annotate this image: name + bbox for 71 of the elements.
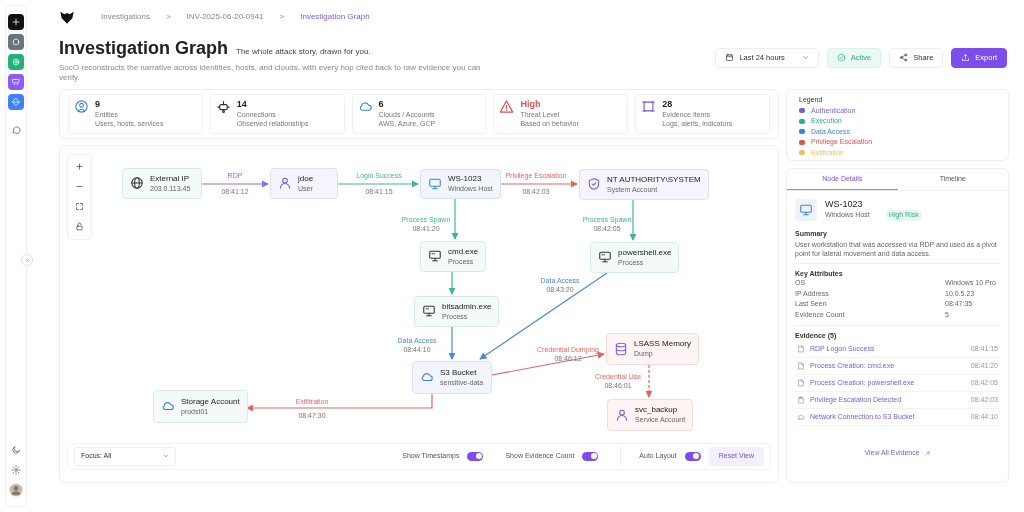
upload-icon bbox=[961, 53, 971, 63]
stat-value: 9 bbox=[95, 98, 101, 110]
target-icon bbox=[11, 57, 21, 67]
plus-icon bbox=[11, 17, 21, 27]
clipboard-icon bbox=[797, 396, 805, 405]
sidebar-item[interactable] bbox=[8, 14, 24, 30]
fit-screen-icon bbox=[75, 202, 84, 212]
circle-icon bbox=[11, 37, 21, 47]
toggle-switch[interactable] bbox=[684, 451, 701, 461]
calendar-icon bbox=[725, 53, 735, 63]
breadcrumb-link[interactable]: INV-2025-06-20-0941 bbox=[186, 11, 264, 23]
terminal-icon bbox=[422, 304, 436, 319]
stat-value: 14 bbox=[236, 98, 248, 110]
breadcrumb-link[interactable]: Investigation Graph bbox=[300, 11, 370, 23]
document-icon bbox=[797, 345, 805, 354]
settings-icon bbox=[11, 465, 21, 475]
document-icon bbox=[797, 362, 805, 371]
node-name: WS-1023 bbox=[448, 174, 483, 185]
collapse-handle[interactable] bbox=[21, 254, 33, 266]
user-icon bbox=[278, 176, 292, 191]
caret-icon bbox=[163, 453, 169, 460]
moon-icon bbox=[11, 445, 21, 455]
breadcrumb-link[interactable]: Investigations bbox=[101, 11, 150, 23]
logo-icon bbox=[59, 9, 75, 25]
page-title: Investigation Graph bbox=[59, 38, 229, 60]
connections-icon bbox=[215, 98, 231, 114]
external-link-icon bbox=[923, 449, 931, 457]
chevrons-icon bbox=[23, 256, 31, 264]
node-name: svc_backup bbox=[635, 405, 679, 416]
monitor-icon bbox=[428, 176, 442, 191]
node-name: jdoe bbox=[298, 173, 314, 184]
breadcrumb-separator: > bbox=[279, 11, 285, 23]
node-name: LSASS Memory bbox=[634, 339, 691, 350]
user-icon bbox=[615, 407, 629, 422]
terminal-icon bbox=[428, 249, 442, 264]
node-title: WS-1023 bbox=[825, 199, 864, 211]
stat-value: 28 bbox=[662, 98, 674, 110]
node-name: cmd.exe bbox=[448, 246, 479, 257]
toggle-switch[interactable] bbox=[582, 451, 599, 461]
warning-icon bbox=[499, 98, 515, 114]
caret-icon bbox=[801, 54, 809, 62]
node-name: powershell.exe bbox=[618, 247, 672, 258]
diamond-icon bbox=[11, 97, 21, 107]
avatar-icon bbox=[9, 483, 23, 497]
page-tagline: The whole attack story, drawn for you. bbox=[236, 46, 371, 58]
cart-icon bbox=[11, 77, 21, 87]
chat-bubble-icon bbox=[11, 125, 21, 135]
breadcrumb-separator: > bbox=[165, 11, 171, 23]
cloud-icon bbox=[797, 413, 805, 422]
node-name: bitsadmin.exe bbox=[442, 301, 492, 312]
globe-icon bbox=[130, 176, 144, 191]
document-icon bbox=[797, 379, 805, 388]
share-icon bbox=[899, 53, 909, 63]
frame-icon bbox=[641, 98, 657, 114]
database-icon bbox=[614, 341, 628, 356]
stat-value: High bbox=[520, 98, 542, 110]
profile-button[interactable] bbox=[8, 482, 24, 498]
page-description: SocO reconstructs the narrative across identities, hosts, and clouds, with every hop cited back to raw evidence you can verify. bbox=[59, 62, 482, 83]
plus-icon bbox=[75, 162, 84, 172]
settings-button[interactable] bbox=[8, 462, 24, 478]
node-name: NT AUTHORITY\SYSTEM bbox=[607, 174, 701, 185]
check-circle-icon bbox=[836, 53, 846, 63]
node-name: Storage Account bbox=[181, 396, 240, 407]
lock-icon bbox=[75, 222, 84, 232]
node-name: External IP bbox=[150, 173, 191, 184]
shield-check-icon bbox=[587, 177, 601, 192]
terminal-icon bbox=[598, 250, 612, 265]
stat-value: 6 bbox=[378, 98, 385, 110]
toggle-switch[interactable] bbox=[467, 451, 484, 461]
user-circle-icon bbox=[74, 98, 89, 114]
node-name: S3 Bucket bbox=[440, 367, 478, 378]
